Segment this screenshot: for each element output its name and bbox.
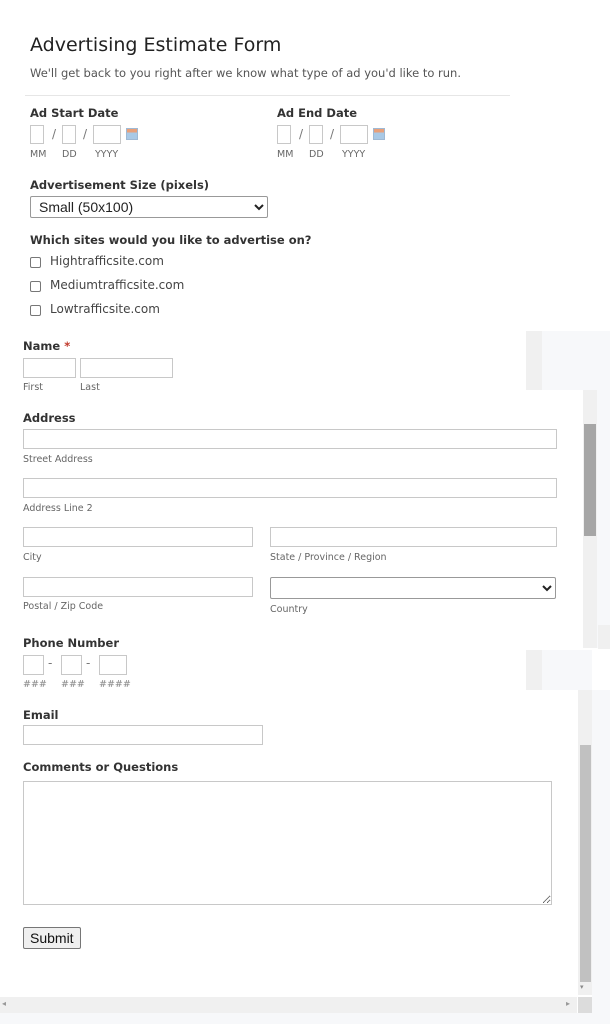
year-sublabel: YYYY <box>342 149 366 160</box>
form-title: Advertising Estimate Form <box>30 34 282 56</box>
zip-sublabel: Postal / Zip Code <box>23 601 104 612</box>
panel-background <box>592 690 610 1024</box>
day-sublabel: DD <box>309 149 324 160</box>
panel-background <box>0 1013 610 1024</box>
name-label-text: Name <box>23 339 61 353</box>
phone-area-sublabel: ### <box>23 679 47 690</box>
first-name-sublabel: First <box>23 382 43 393</box>
address-line2-input[interactable] <box>23 478 557 498</box>
first-name-input[interactable] <box>23 358 76 378</box>
date-separator: / <box>299 127 304 141</box>
scroll-right-icon[interactable]: ▸ <box>566 999 570 1008</box>
panel-background <box>542 650 592 690</box>
day-sublabel: DD <box>62 149 77 160</box>
panel-edge <box>526 331 542 390</box>
option-lowtraffic-label[interactable]: Lowtrafficsite.com <box>50 302 160 316</box>
ad-end-date-label: Ad End Date <box>277 106 358 120</box>
month-sublabel: MM <box>277 149 294 160</box>
phone-prefix-input[interactable] <box>61 655 82 675</box>
year-sublabel: YYYY <box>95 149 119 160</box>
month-sublabel: MM <box>30 149 47 160</box>
scrollbar-corner <box>578 997 592 1013</box>
scroll-down-icon[interactable]: ▾ <box>580 983 584 991</box>
panel-background <box>542 331 610 390</box>
ad-size-label: Advertisement Size (pixels) <box>30 178 210 192</box>
date-separator: / <box>83 127 88 141</box>
phone-area-input[interactable] <box>23 655 44 675</box>
email-input[interactable] <box>23 725 263 745</box>
option-mediumtraffic-label[interactable]: Mediumtrafficsite.com <box>50 278 184 292</box>
date-separator: / <box>330 127 335 141</box>
address-label: Address <box>23 411 76 425</box>
email-label: Email <box>23 708 59 722</box>
divider <box>25 95 510 96</box>
last-name-sublabel: Last <box>80 382 100 393</box>
panel-background <box>597 390 610 648</box>
checkbox-hightraffic[interactable] <box>30 257 41 268</box>
form-description: We'll get back to you right after we kno… <box>30 66 461 80</box>
calendar-icon[interactable] <box>373 128 385 140</box>
end-month-input[interactable] <box>277 125 291 144</box>
required-asterisk: * <box>64 339 71 353</box>
phone-separator: - <box>48 656 53 670</box>
address-line2-sublabel: Address Line 2 <box>23 503 93 514</box>
start-day-input[interactable] <box>62 125 76 144</box>
country-select[interactable] <box>270 577 556 599</box>
zip-input[interactable] <box>23 577 253 597</box>
checkbox-mediumtraffic[interactable] <box>30 281 41 292</box>
checkbox-lowtraffic[interactable] <box>30 305 41 316</box>
horizontal-scrollbar[interactable] <box>0 997 577 1013</box>
last-name-input[interactable] <box>80 358 173 378</box>
ad-start-date-label: Ad Start Date <box>30 106 119 120</box>
option-hightraffic-label[interactable]: Hightrafficsite.com <box>50 254 164 268</box>
calendar-icon[interactable] <box>126 128 138 140</box>
ad-size-select[interactable]: Small (50x100) <box>30 196 268 218</box>
street-address-input[interactable] <box>23 429 557 449</box>
phone-prefix-sublabel: ### <box>61 679 85 690</box>
scrollbar-track <box>598 625 610 649</box>
phone-label: Phone Number <box>23 636 120 650</box>
phone-line-sublabel: #### <box>99 679 131 690</box>
end-day-input[interactable] <box>309 125 323 144</box>
city-sublabel: City <box>23 552 42 563</box>
comments-label: Comments or Questions <box>23 760 179 774</box>
panel-edge <box>526 650 542 690</box>
scroll-left-icon[interactable]: ◂ <box>2 999 6 1008</box>
phone-separator: - <box>86 656 91 670</box>
submit-button[interactable]: Submit <box>23 927 81 949</box>
state-input[interactable] <box>270 527 557 547</box>
comments-textarea[interactable] <box>23 781 552 905</box>
street-address-sublabel: Street Address <box>23 454 93 465</box>
scrollbar-thumb[interactable] <box>580 745 591 982</box>
start-year-input[interactable] <box>93 125 121 144</box>
city-input[interactable] <box>23 527 253 547</box>
scrollbar-thumb[interactable] <box>584 424 596 536</box>
name-label: Name * <box>23 339 70 353</box>
date-separator: / <box>52 127 57 141</box>
state-sublabel: State / Province / Region <box>270 552 387 563</box>
sites-label: Which sites would you like to advertise … <box>30 233 312 247</box>
start-month-input[interactable] <box>30 125 44 144</box>
country-sublabel: Country <box>270 604 308 615</box>
phone-line-input[interactable] <box>99 655 127 675</box>
end-year-input[interactable] <box>340 125 368 144</box>
